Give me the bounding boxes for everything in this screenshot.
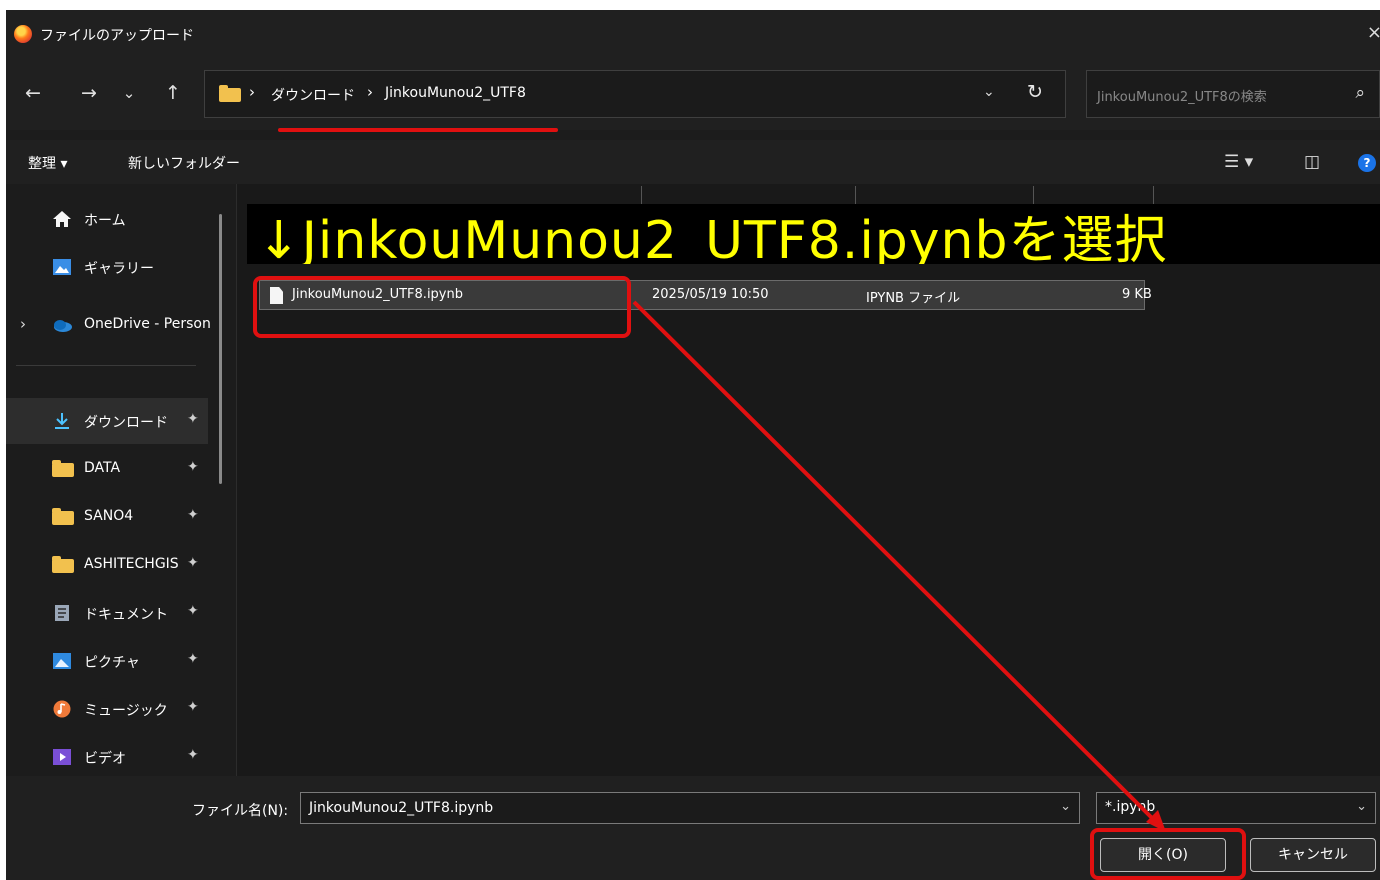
- sidebar-item-sano4[interactable]: SANO4 ✦: [6, 494, 208, 540]
- pin-icon: ✦: [187, 555, 199, 571]
- back-arrow-icon[interactable]: ←: [20, 82, 46, 104]
- folder-icon: [52, 556, 74, 573]
- sidebar-item-label: OneDrive - Personal: [84, 316, 210, 332]
- sidebar-divider: [16, 365, 196, 366]
- sidebar-item-documents[interactable]: ドキュメント ✦: [6, 590, 208, 636]
- folder-icon: [52, 460, 74, 477]
- annotation-banner: ↓JinkouMunou2_UTF8.ipynbを選択: [247, 204, 1380, 264]
- close-icon[interactable]: ×: [1367, 22, 1380, 43]
- sidebar-item-downloads[interactable]: ダウンロード ✦: [6, 398, 208, 444]
- pin-icon: ✦: [187, 603, 199, 619]
- search-placeholder: JinkouMunou2_UTF8の検索: [1097, 90, 1267, 105]
- pin-icon: ✦: [187, 747, 199, 763]
- cancel-button[interactable]: キャンセル: [1250, 838, 1376, 872]
- sidebar-item-label: ギャラリー: [84, 261, 154, 277]
- sidebar-item-pictures[interactable]: ピクチャ ✦: [6, 638, 208, 684]
- view-options-icon[interactable]: ☰ ▾: [1224, 152, 1253, 172]
- sidebar-item-onedrive[interactable]: › OneDrive - Personal: [6, 302, 210, 348]
- download-icon: [55, 413, 69, 429]
- navigation-pane: ホーム ギャラリー › OneDrive - Personal ダウンロード ✦…: [6, 184, 236, 776]
- sidebar-item-label: SANO4: [84, 508, 134, 524]
- dialog-title: ファイルのアップロード: [40, 28, 194, 44]
- annotation-banner-text: ↓JinkouMunou2_UTF8.ipynbを選択: [257, 211, 1168, 264]
- breadcrumb-separator: ›: [367, 83, 373, 101]
- sidebar-item-label: ダウンロード: [84, 415, 168, 431]
- annotation-underline: [278, 128, 558, 132]
- filename-value: JinkouMunou2_UTF8.ipynb: [309, 800, 494, 816]
- filename-input[interactable]: JinkouMunou2_UTF8.ipynb ⌄: [300, 792, 1080, 824]
- firefox-icon: [14, 25, 32, 43]
- column-divider: [641, 186, 642, 206]
- file-size: 9 KB: [1122, 287, 1152, 302]
- pin-icon: ✦: [187, 651, 199, 667]
- annotation-highlight-file: [253, 276, 631, 338]
- sidebar-item-gallery[interactable]: ギャラリー: [6, 244, 208, 290]
- sidebar-item-home[interactable]: ホーム: [6, 196, 208, 242]
- pin-icon: ✦: [187, 507, 199, 523]
- column-divider: [1153, 186, 1154, 206]
- home-icon: [53, 211, 71, 227]
- file-type-filter[interactable]: *.ipynb ⌄: [1096, 792, 1376, 824]
- gallery-icon: [53, 259, 71, 275]
- music-icon: [53, 700, 71, 718]
- refresh-icon[interactable]: ↻: [1027, 81, 1043, 103]
- column-divider: [855, 186, 856, 206]
- file-type: IPYNB ファイル: [866, 291, 961, 306]
- preview-pane-icon[interactable]: ◫: [1304, 152, 1320, 172]
- column-divider: [1033, 186, 1034, 206]
- chevron-down-icon[interactable]: ⌄: [1356, 799, 1367, 814]
- sidebar-item-ashitechgis[interactable]: ASHITECHGIS ✦: [6, 542, 208, 588]
- breadcrumb-current-folder[interactable]: JinkouMunou2_UTF8: [385, 85, 526, 101]
- folder-icon: [219, 85, 241, 102]
- search-box[interactable]: JinkouMunou2_UTF8の検索 ⌕: [1086, 70, 1380, 118]
- new-folder-button[interactable]: 新しいフォルダー: [128, 153, 240, 173]
- address-dropdown-icon[interactable]: ⌄: [983, 84, 995, 100]
- pin-icon: ✦: [187, 459, 199, 475]
- breadcrumb-downloads[interactable]: ダウンロード: [271, 85, 355, 105]
- filename-label: ファイル名(N):: [192, 803, 289, 819]
- breadcrumb-separator: ›: [249, 83, 255, 101]
- folder-icon: [52, 508, 74, 525]
- documents-icon: [55, 605, 69, 621]
- sidebar-item-label: ドキュメント: [84, 607, 168, 623]
- expand-chevron-icon[interactable]: ›: [20, 315, 26, 333]
- file-list[interactable]: ↓JinkouMunou2_UTF8.ipynbを選択 JinkouMunou2…: [236, 184, 1380, 776]
- sidebar-item-label: ホーム: [84, 213, 126, 229]
- pin-icon: ✦: [187, 411, 199, 427]
- organize-menu[interactable]: 整理 ▾: [28, 153, 67, 173]
- sidebar-item-label: ASHITECHGIS: [84, 556, 179, 572]
- filter-value: *.ipynb: [1105, 799, 1156, 815]
- command-bar: 整理 ▾ 新しいフォルダー ☰ ▾ ◫ ?: [6, 140, 1380, 184]
- address-bar[interactable]: › ダウンロード › JinkouMunou2_UTF8 ⌄ ↻: [204, 70, 1066, 118]
- up-arrow-icon[interactable]: ↑: [160, 82, 186, 104]
- chevron-down-icon[interactable]: ⌄: [1060, 799, 1071, 814]
- file-name-area: ファイル名(N): JinkouMunou2_UTF8.ipynb ⌄ *.ip…: [6, 776, 1380, 880]
- file-modified: 2025/05/19 10:50: [652, 287, 769, 302]
- sidebar-item-label: ミュージック: [84, 703, 168, 719]
- pictures-icon: [53, 653, 71, 669]
- navigation-bar: ← → ⌄ ↑ › ダウンロード › JinkouMunou2_UTF8 ⌄ ↻…: [6, 58, 1380, 132]
- onedrive-icon: [54, 320, 72, 332]
- sidebar-item-music[interactable]: ミュージック ✦: [6, 686, 208, 732]
- file-upload-dialog: ファイルのアップロード × ← → ⌄ ↑ › ダウンロード › JinkouM…: [6, 10, 1380, 880]
- recent-locations-chevron-icon[interactable]: ⌄: [116, 82, 142, 104]
- search-icon: ⌕: [1355, 83, 1365, 103]
- sidebar-item-label: ビデオ: [84, 751, 126, 767]
- sidebar-item-videos[interactable]: ビデオ ✦: [6, 734, 208, 780]
- sidebar-item-label: ピクチャ: [84, 655, 140, 671]
- pin-icon: ✦: [187, 699, 199, 715]
- sidebar-item-data[interactable]: DATA ✦: [6, 446, 208, 492]
- forward-arrow-icon[interactable]: →: [76, 82, 102, 104]
- videos-icon: [53, 749, 71, 765]
- annotation-highlight-open: [1090, 828, 1246, 880]
- title-bar: ファイルのアップロード ×: [6, 10, 1380, 58]
- help-icon[interactable]: ?: [1358, 154, 1376, 172]
- sidebar-scrollbar[interactable]: [219, 214, 222, 484]
- sidebar-item-label: DATA: [84, 460, 121, 476]
